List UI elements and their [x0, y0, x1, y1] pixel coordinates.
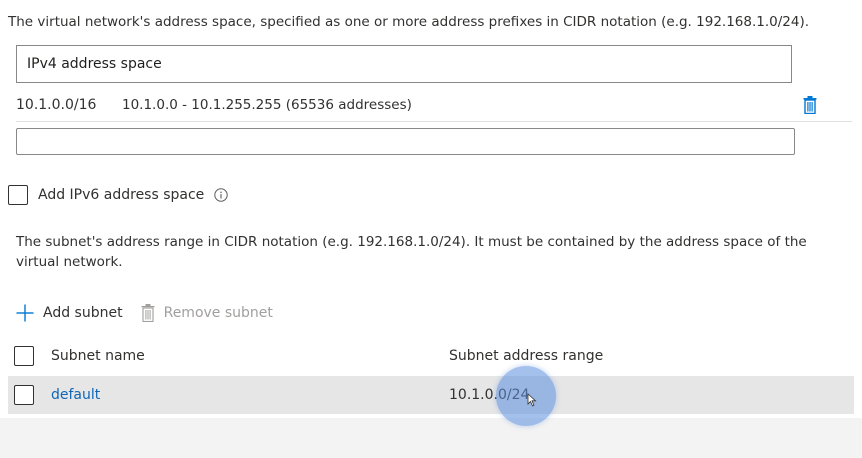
row-checkbox[interactable] [14, 385, 34, 405]
address-space-description: The virtual network's address space, spe… [8, 14, 810, 30]
ipv4-address-space-header: IPv4 address space [16, 45, 792, 83]
delete-icon [803, 95, 817, 114]
column-header-subnet-range: Subnet address range [449, 348, 604, 364]
remove-subnet-button[interactable]: Remove subnet [141, 304, 273, 322]
column-header-subnet-name: Subnet name [51, 348, 145, 364]
pointer-cursor-icon [527, 393, 537, 407]
subnet-name-link[interactable]: default [51, 387, 100, 403]
subnet-toolbar: Add subnet Remove subnet [16, 304, 273, 322]
add-icon [16, 304, 34, 322]
ipv4-header-label: IPv4 address space [27, 56, 162, 72]
new-address-prefix-input[interactable] [16, 128, 795, 155]
delete-address-button[interactable] [800, 94, 820, 116]
ipv4-address-row: 10.1.0.0/16 10.1.0.0 - 10.1.255.255 (655… [16, 88, 852, 122]
ipv6-checkbox[interactable] [8, 185, 28, 205]
ipv6-option: Add IPv6 address space [8, 185, 228, 205]
table-row[interactable]: default 10.1.0.0/24 [8, 376, 854, 414]
address-range: 10.1.0.0 - 10.1.255.255 (65536 addresses… [122, 96, 412, 113]
add-subnet-label: Add subnet [43, 305, 123, 321]
remove-icon [141, 304, 155, 322]
info-icon[interactable] [214, 188, 228, 202]
footer-area [0, 418, 862, 458]
subnet-description: The subnet's address range in CIDR notat… [16, 234, 807, 270]
cursor-highlight [496, 366, 556, 426]
address-prefix: 10.1.0.0/16 [16, 96, 97, 113]
add-subnet-button[interactable]: Add subnet [16, 304, 123, 322]
ipv6-label: Add IPv6 address space [38, 187, 205, 203]
select-all-checkbox[interactable] [14, 346, 34, 366]
remove-subnet-label: Remove subnet [163, 305, 273, 321]
subnet-grid-header: Subnet name Subnet address range [8, 340, 854, 372]
